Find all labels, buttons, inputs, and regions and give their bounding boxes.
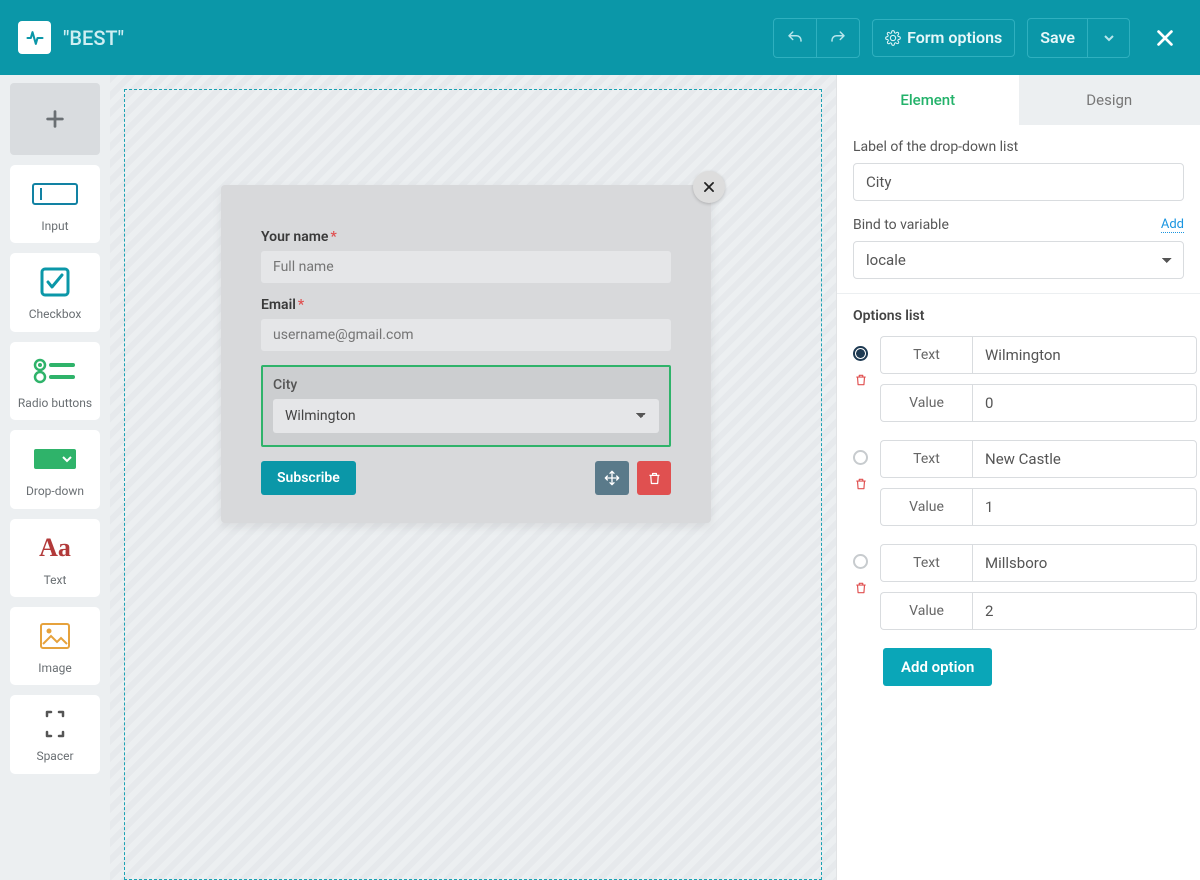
form-close-button[interactable] (693, 171, 725, 203)
palette-radio-label: Radio buttons (16, 396, 94, 410)
palette-radio[interactable]: Radio buttons (10, 342, 100, 420)
option-delete-button[interactable] (854, 581, 868, 595)
properties-panel: Element Design Label of the drop-down li… (836, 75, 1200, 880)
input-icon (32, 183, 78, 205)
option-value-key: Value (880, 384, 972, 422)
image-icon (40, 623, 70, 649)
option-text-key: Text (880, 544, 972, 582)
option-text-key: Text (880, 440, 972, 478)
redo-button[interactable] (816, 19, 859, 57)
element-palette: Input Checkbox Radio buttons Drop-down A… (0, 75, 110, 880)
delete-element-button[interactable] (637, 461, 671, 495)
field-name-label: Your name* (261, 229, 671, 245)
close-icon (702, 180, 716, 194)
palette-input[interactable]: Input (10, 165, 100, 243)
option-value-input[interactable] (972, 592, 1197, 630)
app-logo (18, 21, 51, 54)
palette-checkbox-label: Checkbox (16, 307, 94, 321)
undo-button[interactable] (774, 19, 816, 57)
form-options-label: Form options (907, 28, 1002, 47)
palette-dropdown[interactable]: Drop-down (10, 430, 100, 508)
trash-icon (647, 471, 662, 486)
panel-tabs: Element Design (837, 75, 1200, 125)
form-options-button[interactable]: Form options (872, 19, 1015, 57)
field-email-label: Email* (261, 297, 671, 313)
pulse-icon (25, 28, 45, 48)
field-email-input[interactable] (261, 319, 671, 351)
options-list-title: Options list (853, 308, 1184, 324)
move-icon (604, 470, 620, 486)
gear-icon (885, 30, 901, 46)
redo-icon (829, 29, 847, 47)
label-input[interactable] (853, 163, 1184, 201)
palette-image[interactable]: Image (10, 607, 100, 685)
palette-text[interactable]: Aa Text (10, 519, 100, 597)
checkbox-icon (40, 267, 70, 297)
bind-add-link[interactable]: Add (1161, 217, 1184, 233)
option-default-radio[interactable] (853, 554, 868, 569)
spacer-icon (41, 710, 69, 738)
radio-icon (33, 358, 77, 384)
option-default-radio[interactable] (853, 450, 868, 465)
label-title: Label of the drop-down list (853, 139, 1184, 155)
caret-down-icon (1104, 33, 1114, 43)
option-value-input[interactable] (972, 488, 1197, 526)
save-button[interactable]: Save (1028, 19, 1087, 57)
add-option-button[interactable]: Add option (883, 648, 992, 686)
option-block: Text Value (853, 544, 1184, 630)
bind-title: Bind to variable (853, 217, 949, 233)
palette-spacer-label: Spacer (16, 749, 94, 763)
add-element-button[interactable] (10, 83, 100, 155)
field-email[interactable]: Email* (261, 297, 671, 351)
option-block: Text Value (853, 336, 1184, 422)
trash-icon (854, 477, 868, 491)
canvas-area: Your name* Email* City Wilmington Subscr… (110, 75, 836, 880)
move-element-button[interactable] (595, 461, 629, 495)
trash-icon (854, 581, 868, 595)
option-value-key: Value (880, 488, 972, 526)
top-bar: "BEST" Form options Save (0, 0, 1200, 75)
palette-checkbox[interactable]: Checkbox (10, 253, 100, 331)
field-name[interactable]: Your name* (261, 229, 671, 283)
option-delete-button[interactable] (854, 477, 868, 491)
trash-icon (854, 373, 868, 387)
page-title: "BEST" (63, 26, 124, 50)
save-group: Save (1027, 18, 1130, 58)
option-text-input[interactable] (972, 440, 1197, 478)
palette-image-label: Image (16, 661, 94, 675)
form-preview: Your name* Email* City Wilmington Subscr… (221, 185, 711, 523)
palette-dropdown-label: Drop-down (16, 484, 94, 498)
field-name-input[interactable] (261, 251, 671, 283)
palette-input-label: Input (16, 219, 94, 233)
subscribe-button[interactable]: Subscribe (261, 461, 356, 495)
option-text-input[interactable] (972, 544, 1197, 582)
option-block: Text Value (853, 440, 1184, 526)
field-city-selected[interactable]: City Wilmington (261, 365, 671, 447)
option-delete-button[interactable] (854, 373, 868, 387)
undo-redo-group (773, 18, 860, 58)
tab-design[interactable]: Design (1019, 75, 1200, 125)
separator (837, 293, 1200, 294)
text-icon: Aa (39, 533, 71, 563)
tab-element[interactable]: Element (837, 75, 1019, 125)
option-value-input[interactable] (972, 384, 1197, 422)
close-icon (1154, 27, 1176, 49)
undo-icon (786, 29, 804, 47)
field-city-label: City (273, 377, 659, 393)
palette-text-label: Text (16, 573, 94, 587)
palette-spacer[interactable]: Spacer (10, 695, 100, 773)
save-dropdown-button[interactable] (1087, 19, 1129, 57)
option-default-radio[interactable] (853, 346, 868, 361)
form-canvas[interactable]: Your name* Email* City Wilmington Subscr… (124, 89, 822, 880)
field-city-select[interactable]: Wilmington (273, 399, 659, 433)
option-value-key: Value (880, 592, 972, 630)
option-text-input[interactable] (972, 336, 1197, 374)
plus-icon (44, 108, 66, 130)
close-button[interactable] (1148, 27, 1182, 49)
bind-variable-select[interactable]: locale (853, 241, 1184, 279)
dropdown-icon (33, 448, 77, 470)
option-text-key: Text (880, 336, 972, 374)
